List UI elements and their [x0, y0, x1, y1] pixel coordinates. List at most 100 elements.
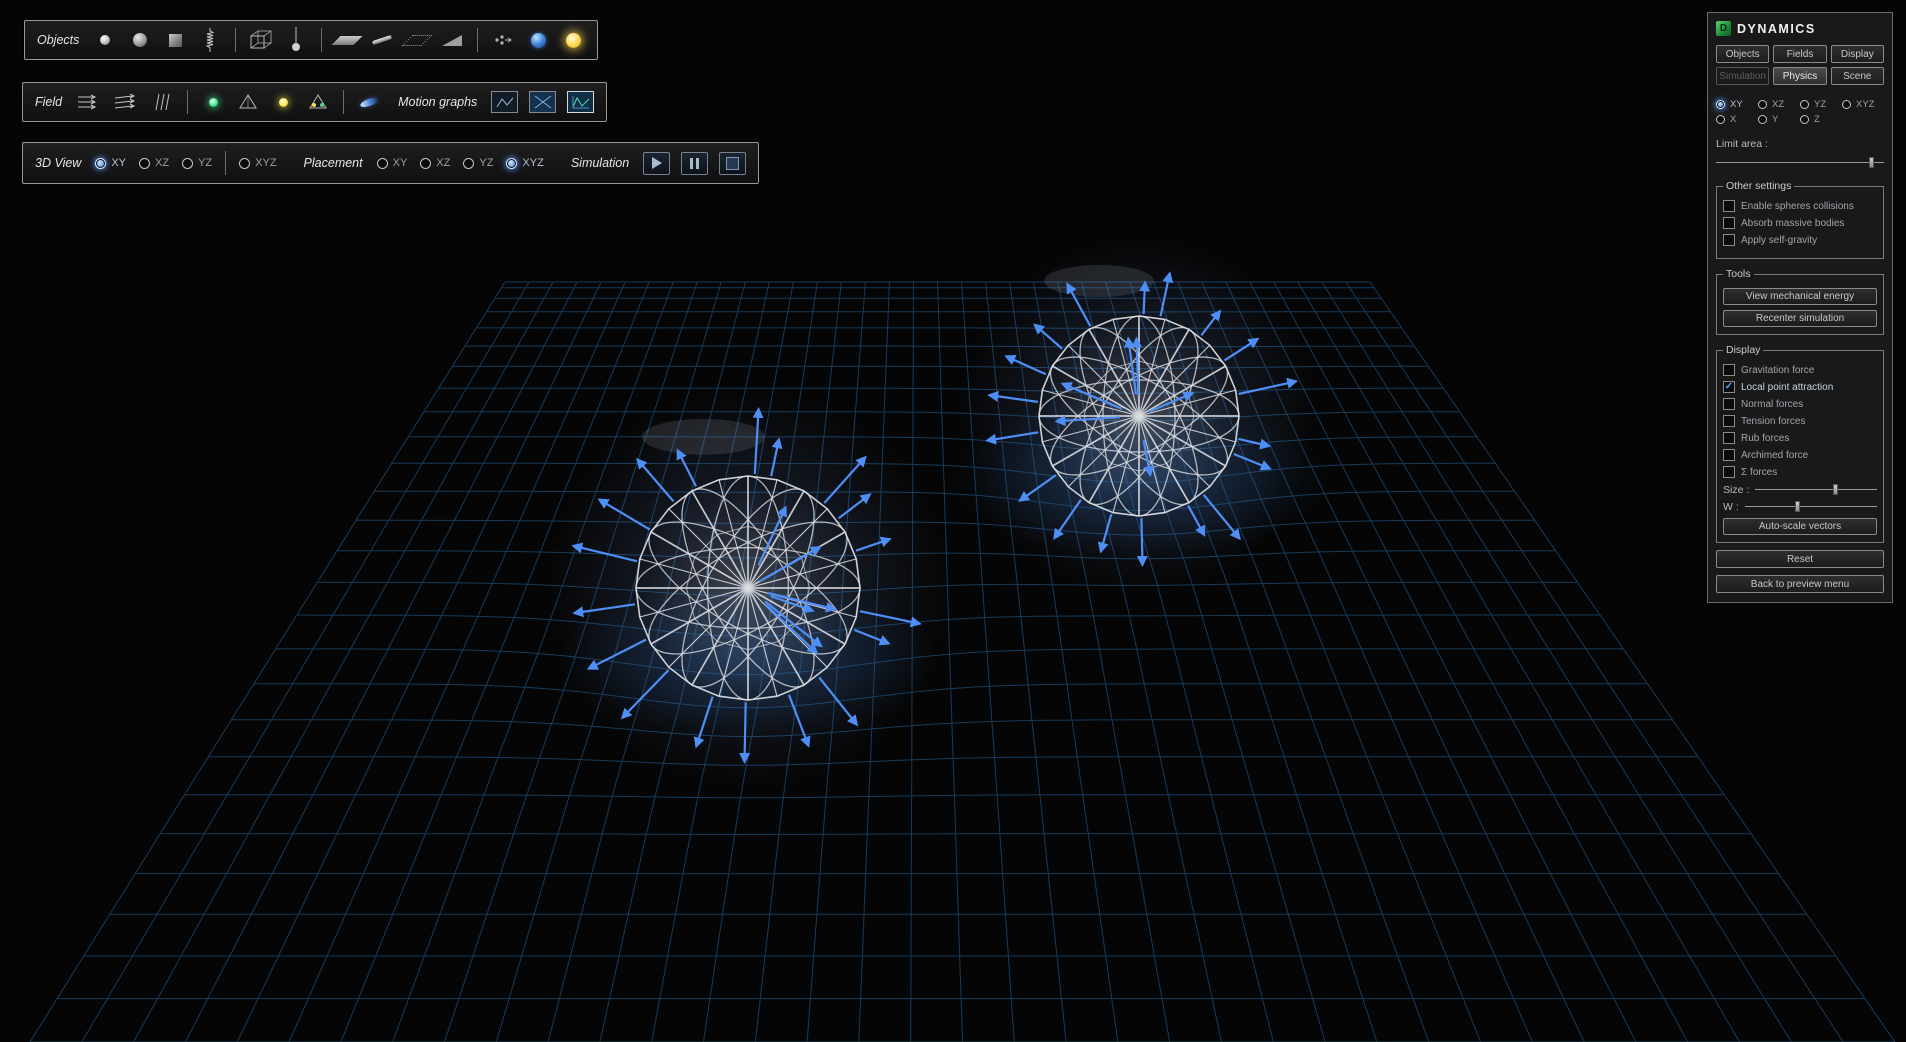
- point-mass-icon[interactable]: [491, 27, 515, 53]
- checkbox-label: Normal forces: [1741, 399, 1803, 410]
- w-slider[interactable]: [1745, 500, 1877, 513]
- radio-dot-icon: [1800, 115, 1809, 124]
- other-settings-legend: Other settings: [1723, 180, 1794, 192]
- wireframe-box-icon[interactable]: [249, 27, 273, 53]
- tab-objects[interactable]: Objects: [1716, 45, 1769, 63]
- checkbox-archimed-force[interactable]: Archimed force: [1723, 449, 1877, 461]
- radio-axis-yz[interactable]: YZ: [1800, 99, 1842, 110]
- sphere-gray-icon[interactable]: [128, 27, 152, 53]
- dotted-plane-icon[interactable]: [405, 27, 429, 53]
- field-toolbar: Field Motion graphs: [22, 82, 607, 122]
- back-to-preview-menu-button[interactable]: Back to preview menu: [1716, 575, 1884, 593]
- comet-icon[interactable]: [357, 89, 381, 115]
- rod-icon[interactable]: [370, 27, 394, 53]
- w-slider-row: W :: [1723, 500, 1877, 513]
- ramp-icon[interactable]: [440, 27, 464, 53]
- reset-button[interactable]: Reset: [1716, 550, 1884, 568]
- radio-placement-xyz[interactable]: XYZ: [506, 157, 543, 169]
- checkbox-label: Apply self-gravity: [1741, 235, 1817, 246]
- size-slider[interactable]: [1755, 483, 1877, 496]
- checkbox-label: Rub forces: [1741, 433, 1789, 444]
- limit-area-slider[interactable]: [1716, 156, 1884, 169]
- checkbox-enable-spheres-collisions[interactable]: Enable spheres collisions: [1723, 200, 1877, 212]
- charged-cone-icon[interactable]: [306, 89, 330, 115]
- checkbox-forces[interactable]: Σ forces: [1723, 466, 1877, 478]
- radio-placement-xz[interactable]: XZ: [420, 157, 450, 169]
- radio-axis-xy[interactable]: XY: [1716, 99, 1758, 110]
- negative-charge-icon[interactable]: [271, 89, 295, 115]
- radio-axis-xz[interactable]: XZ: [1758, 99, 1800, 110]
- auto-scale-vectors-button[interactable]: Auto-scale vectors: [1723, 518, 1877, 535]
- axis-radio-row-2: XYZ: [1716, 114, 1884, 125]
- toolbar-separator: [187, 90, 188, 114]
- checkbox-rub-forces[interactable]: Rub forces: [1723, 432, 1877, 444]
- panel-tabs-primary: ObjectsFields Display: [1716, 45, 1884, 63]
- radio-view-yz[interactable]: YZ: [182, 157, 212, 169]
- dynamics-panel: D DYNAMICS ObjectsFieldsDisplay Simulati…: [1707, 12, 1893, 603]
- cone-field-icon[interactable]: [236, 89, 260, 115]
- uniform-field-icon[interactable]: [76, 89, 102, 115]
- cube-icon[interactable]: [163, 27, 187, 53]
- tab-display[interactable]: Display: [1831, 45, 1884, 63]
- limit-area-slider-handle[interactable]: [1869, 157, 1874, 168]
- toolbar-separator: [321, 28, 322, 52]
- checkbox-normal-forces[interactable]: Normal forces: [1723, 398, 1877, 410]
- dense-field-icon[interactable]: [113, 89, 139, 115]
- graph-energy-button[interactable]: [567, 91, 594, 113]
- radio-label: XY: [111, 157, 126, 169]
- tab-simulation[interactable]: Simulation: [1716, 67, 1769, 85]
- spring-icon[interactable]: [198, 27, 222, 53]
- toolbar-separator: [235, 28, 236, 52]
- recenter-simulation-button[interactable]: Recenter simulation: [1723, 310, 1877, 327]
- radio-label: XYZ: [255, 157, 276, 169]
- graph-curve-button[interactable]: [491, 91, 518, 113]
- checkbox-gravitation-force[interactable]: Gravitation force: [1723, 364, 1877, 376]
- display-group: Display Gravitation force✓Local point at…: [1716, 344, 1884, 543]
- app-root: Objects Field Motion graphs: [0, 0, 1906, 1042]
- radio-axis-xyz[interactable]: XYZ: [1842, 99, 1884, 110]
- checkbox-local-point-attraction[interactable]: ✓Local point attraction: [1723, 381, 1877, 393]
- checkbox-box-icon: [1723, 364, 1735, 376]
- other-settings-checkboxes: Enable spheres collisions Absorb massive …: [1723, 200, 1877, 246]
- earth-icon[interactable]: [526, 27, 550, 53]
- stop-button[interactable]: [719, 152, 746, 175]
- radio-view-xz[interactable]: XZ: [139, 157, 169, 169]
- size-slider-handle[interactable]: [1833, 484, 1838, 495]
- size-slider-row: Size :: [1723, 483, 1877, 496]
- panel-title: DYNAMICS: [1737, 22, 1816, 36]
- radio-placement-yz[interactable]: YZ: [463, 157, 493, 169]
- checkbox-box-icon: [1723, 234, 1735, 246]
- positive-charge-icon[interactable]: [201, 89, 225, 115]
- radio-axis-z[interactable]: Z: [1800, 114, 1842, 125]
- radio-label: XYZ: [522, 157, 543, 169]
- radio-dot-icon: [1716, 100, 1725, 109]
- tab-scene[interactable]: Scene: [1831, 67, 1884, 85]
- w-slider-handle[interactable]: [1795, 501, 1800, 512]
- plane-icon[interactable]: [335, 27, 359, 53]
- radio-axis-x[interactable]: X: [1716, 114, 1758, 125]
- axis-selection: XYXZYZXYZ XYZ: [1716, 95, 1884, 129]
- limit-area-label: Limit area :: [1716, 138, 1884, 150]
- radio-axis-y[interactable]: Y: [1758, 114, 1800, 125]
- view-mechanical-energy-button[interactable]: View mechanical energy: [1723, 288, 1877, 305]
- checkbox-absorb-massive-bodies[interactable]: Absorb massive bodies: [1723, 217, 1877, 229]
- size-label: Size :: [1723, 484, 1749, 496]
- radio-view-xyz[interactable]: XYZ: [239, 157, 276, 169]
- radio-label: XZ: [155, 157, 169, 169]
- sun-icon[interactable]: [561, 27, 585, 53]
- checkbox-apply-self-gravity[interactable]: Apply self-gravity: [1723, 234, 1877, 246]
- checkbox-tension-forces[interactable]: Tension forces: [1723, 415, 1877, 427]
- view-xyz-radio-slot: XYZ: [239, 157, 276, 169]
- graph-axes-button[interactable]: [529, 91, 556, 113]
- tab-physics[interactable]: Physics: [1773, 67, 1826, 85]
- pause-button[interactable]: [681, 152, 708, 175]
- sphere-white-icon[interactable]: [93, 27, 117, 53]
- radio-label: XZ: [436, 157, 450, 169]
- radio-view-xy[interactable]: XY: [95, 157, 126, 169]
- field-lines-icon[interactable]: [150, 89, 174, 115]
- radio-placement-xy[interactable]: XY: [377, 157, 408, 169]
- play-button[interactable]: [643, 152, 670, 175]
- radio-dot-icon: [1716, 115, 1725, 124]
- pendulum-icon[interactable]: [284, 27, 308, 53]
- tab-fields[interactable]: Fields: [1773, 45, 1826, 63]
